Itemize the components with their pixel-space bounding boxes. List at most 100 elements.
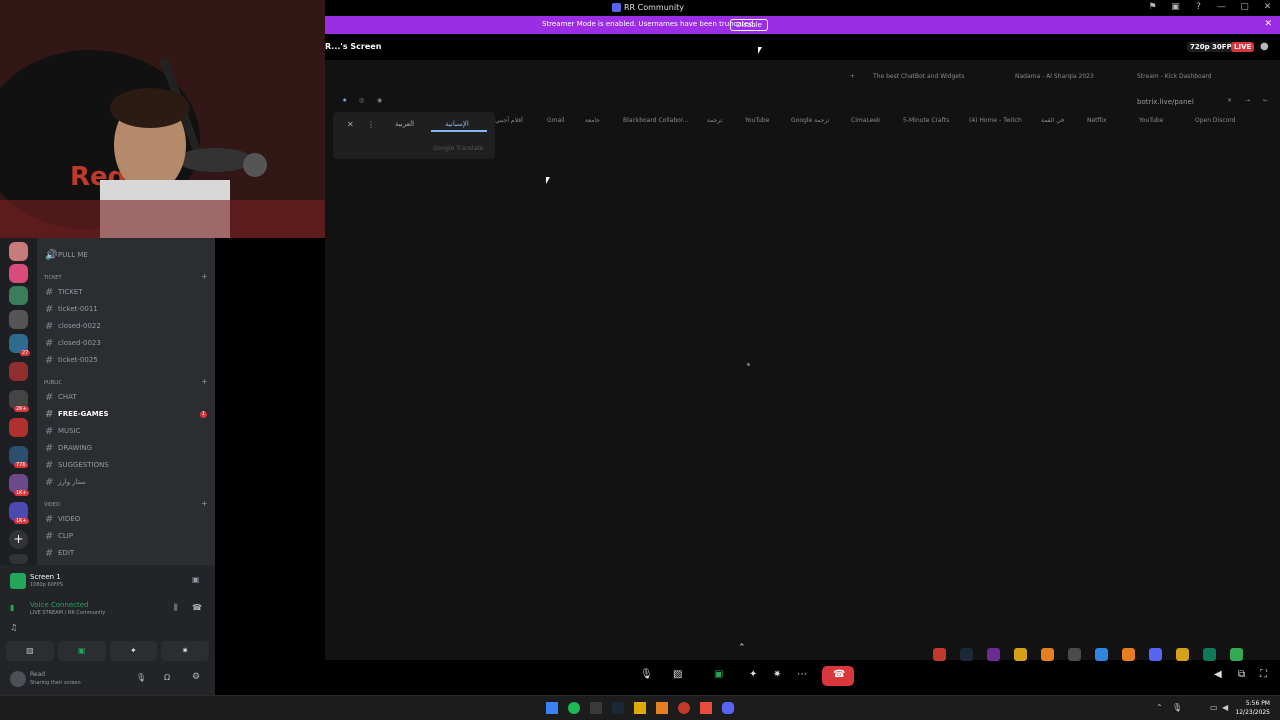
bookmark-item[interactable]: Blackboard Collabor...: [623, 117, 688, 124]
channel-ticket-0011[interactable]: # ticket-0011: [45, 302, 210, 316]
screen-share-button-icon[interactable]: ▣: [57, 641, 106, 661]
channel-closed-0022[interactable]: # closed-0022: [45, 319, 210, 333]
close-icon[interactable]: ✕: [1261, 2, 1274, 12]
browser-tray-icon[interactable]: [1041, 648, 1054, 661]
channel-ticket-0025[interactable]: # ticket-0025: [45, 353, 210, 367]
disconnect-call-button[interactable]: ☎: [822, 666, 854, 686]
steam-tray-icon[interactable]: [960, 648, 973, 661]
add-channel-icon[interactable]: +: [201, 499, 208, 508]
app-tray-icon[interactable]: [1122, 648, 1135, 661]
speaker-tray-icon[interactable]: ◀: [1222, 703, 1228, 712]
category-ticket[interactable]: TICKET: [44, 275, 62, 281]
popup-close-icon[interactable]: ✕: [347, 120, 354, 129]
headset-icon[interactable]: Ω: [164, 673, 170, 682]
lang-source-tab[interactable]: العربية: [395, 120, 414, 128]
mic-icon[interactable]: 🎙: [136, 673, 146, 682]
tab-chatbot[interactable]: The best ChatBot and Widgets: [873, 73, 964, 80]
taskbar-clock[interactable]: 5:56 PM 12/23/2025: [1235, 699, 1270, 717]
server-icon[interactable]: [9, 310, 28, 329]
channel-closed-0023[interactable]: # closed-0023: [45, 336, 210, 350]
network-icon[interactable]: ▭: [1210, 703, 1218, 712]
popout-stream-icon[interactable]: ⧉: [1238, 669, 1245, 680]
file-explorer-icon[interactable]: [634, 702, 646, 714]
bookmark-item[interactable]: أفلام أجنبي: [495, 117, 523, 124]
activities-control-icon[interactable]: ✦: [749, 669, 757, 680]
help-icon[interactable]: ?: [1192, 2, 1205, 12]
settings-gear-icon[interactable]: ⚙: [192, 672, 200, 682]
channel-edit[interactable]: # EDIT: [45, 546, 210, 560]
channel-clip[interactable]: # CLIP: [45, 529, 210, 543]
flag-icon[interactable]: ⚑: [1146, 2, 1159, 12]
windows-start-icon[interactable]: [546, 702, 558, 714]
bookmark-item[interactable]: 5-Minute Crafts: [903, 117, 949, 124]
voice-channel[interactable]: LIVE STREAM / RR Community: [30, 610, 105, 616]
eye-off-icon[interactable]: ◎: [359, 97, 364, 104]
category-video[interactable]: VIDEO: [44, 502, 60, 508]
url-text[interactable]: botrix.live/panel: [1137, 98, 1194, 106]
channel-suggestions[interactable]: # SUGGESTIONS: [45, 458, 210, 472]
expand-up-icon[interactable]: ⌃: [738, 643, 746, 653]
bookmark-item[interactable]: Google ترجمة: [791, 117, 829, 124]
discord-icon[interactable]: [722, 702, 734, 714]
back-icon[interactable]: ←: [1263, 97, 1268, 104]
app-icon[interactable]: [678, 702, 690, 714]
server-icon[interactable]: [9, 242, 28, 261]
chat-icon[interactable]: ●: [1260, 41, 1269, 52]
steam-icon[interactable]: [612, 702, 624, 714]
mic-tray-icon[interactable]: 🎙: [1172, 703, 1182, 712]
spotify-icon[interactable]: [568, 702, 580, 714]
more-options-icon[interactable]: ⋯: [797, 669, 807, 680]
discover-icon[interactable]: [9, 554, 28, 564]
disable-button[interactable]: Disable: [730, 19, 768, 31]
add-channel-icon[interactable]: +: [201, 377, 208, 386]
translate-icon[interactable]: ◉: [377, 97, 382, 104]
volume-icon[interactable]: ◀: [1214, 669, 1222, 680]
folder-tray-icon[interactable]: [1176, 648, 1189, 661]
minimize-icon[interactable]: —: [1215, 2, 1228, 12]
server-icon[interactable]: [9, 286, 28, 305]
soundboard-icon[interactable]: ♫: [10, 623, 17, 632]
channel-video[interactable]: # VIDEO: [45, 512, 210, 526]
server-icon[interactable]: [9, 362, 28, 381]
app-tray-icon[interactable]: [987, 648, 1000, 661]
tab-kick-dashboard[interactable]: Stream - Kick Dashboard: [1137, 73, 1212, 80]
bookmark-item[interactable]: Netflix: [1087, 117, 1107, 124]
brave-icon[interactable]: [700, 702, 712, 714]
bookmark-item[interactable]: (4) Home - Twitch: [969, 117, 1022, 124]
new-tab-icon[interactable]: +: [850, 73, 855, 80]
add-server-icon[interactable]: +: [9, 530, 28, 549]
maximize-icon[interactable]: ▢: [1238, 2, 1251, 12]
channel-chat[interactable]: # CHAT: [45, 390, 210, 404]
inbox-icon[interactable]: ▣: [1169, 2, 1182, 12]
popout-icon[interactable]: ▣: [192, 575, 200, 584]
bookmark-item[interactable]: Open Discord: [1195, 117, 1236, 124]
add-channel-icon[interactable]: +: [201, 272, 208, 281]
lang-target-tab[interactable]: الإسبانية: [445, 120, 469, 128]
edge-tray-icon[interactable]: [1203, 648, 1216, 661]
disconnect-icon[interactable]: ☎: [192, 603, 202, 612]
channel-free-games[interactable]: # FREE-GAMES: [45, 407, 210, 421]
bookmark-star-icon[interactable]: ★: [342, 97, 347, 104]
activities-icon[interactable]: ✦: [109, 641, 158, 661]
soundboard-button-icon[interactable]: ✷: [161, 641, 209, 661]
chrome-tray-icon[interactable]: [1230, 648, 1243, 661]
banner-close-icon[interactable]: ✕: [1264, 19, 1272, 29]
app-tray-icon[interactable]: [1095, 648, 1108, 661]
store-icon[interactable]: [590, 702, 602, 714]
soundboard-control-icon[interactable]: ✷: [773, 669, 781, 680]
fullscreen-icon[interactable]: ⛶: [1260, 669, 1267, 680]
screen-share-toggle-icon[interactable]: ▣: [714, 669, 723, 680]
camera-off-icon[interactable]: ▨: [6, 641, 54, 661]
signal-icon[interactable]: ▮: [10, 603, 14, 612]
category-public[interactable]: PUBLIC: [44, 380, 62, 386]
shared-screen[interactable]: + The best ChatBot and Widgets Nadama - …: [325, 60, 1280, 660]
popup-menu-icon[interactable]: ⋮: [367, 120, 375, 129]
channel-music[interactable]: # MUSIC: [45, 424, 210, 438]
app-tray-icon[interactable]: [1068, 648, 1081, 661]
bookmark-item[interactable]: ترجمة: [707, 117, 722, 124]
app-tray-icon[interactable]: [1149, 648, 1162, 661]
app-icon[interactable]: [656, 702, 668, 714]
bookmark-item[interactable]: CimaLeek: [851, 117, 880, 124]
mic-toggle-icon[interactable]: 🎙: [640, 669, 653, 680]
tray-overflow-icon[interactable]: ⌃: [1156, 703, 1163, 712]
